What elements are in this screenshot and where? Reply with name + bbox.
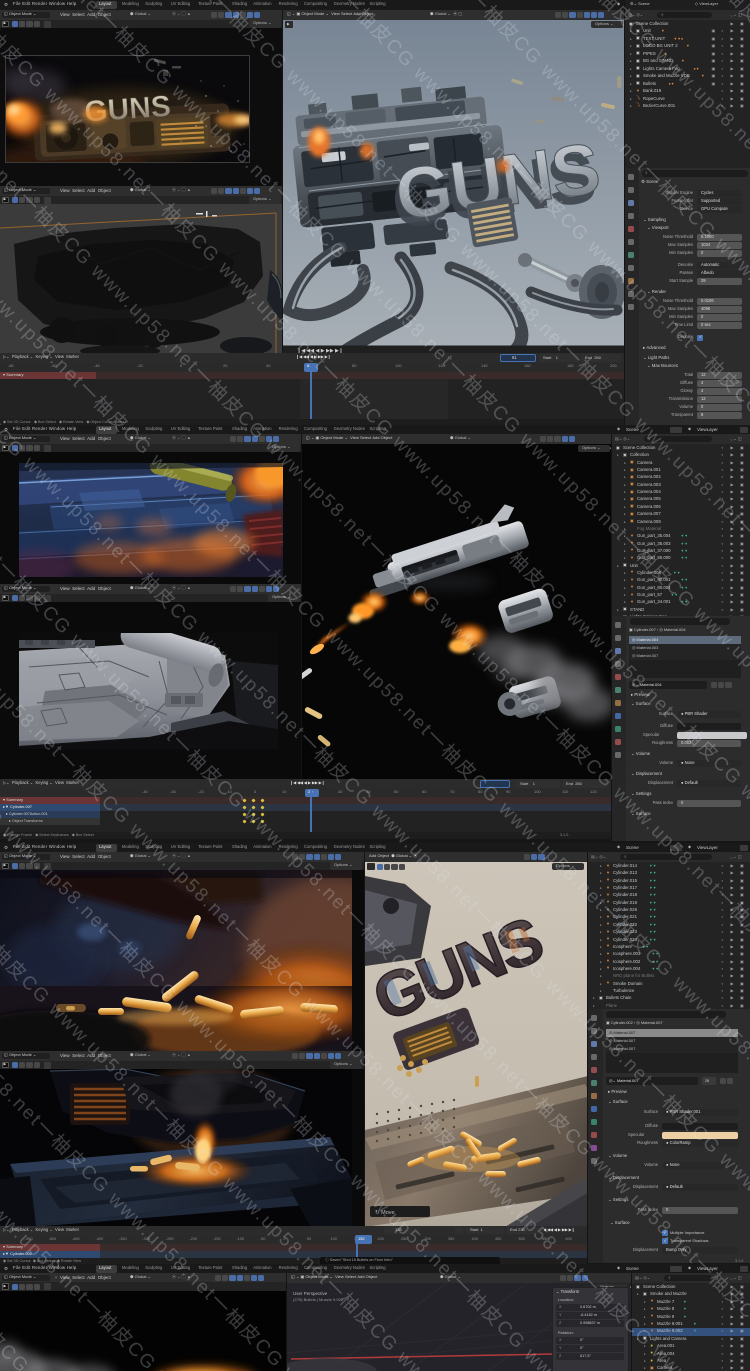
svg-text:↻ Move: ↻ Move — [375, 1209, 395, 1216]
